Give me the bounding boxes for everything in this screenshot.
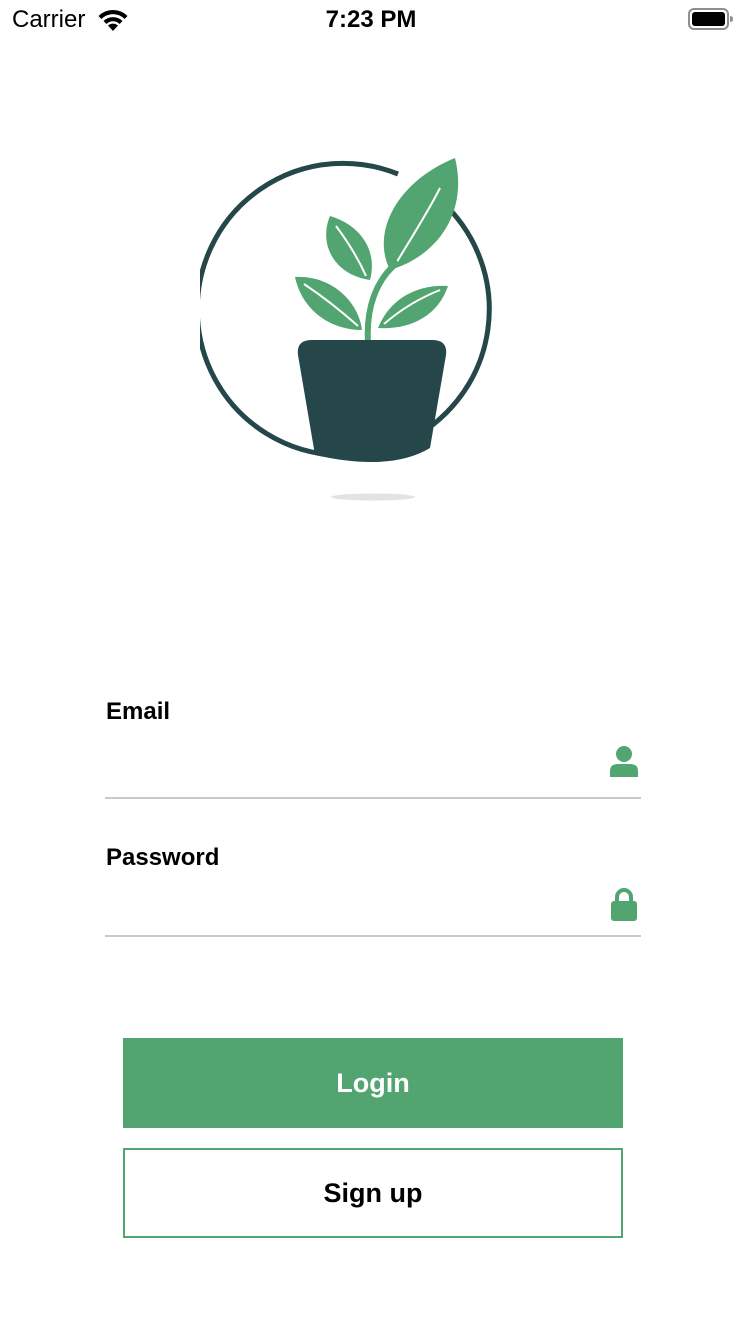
battery-icon (688, 8, 733, 30)
signup-button[interactable]: Sign up (123, 1148, 623, 1238)
lock-icon (611, 888, 637, 921)
status-bar: Carrier 7:23 PM (0, 0, 742, 40)
potted-plant-logo (200, 158, 492, 501)
person-icon (610, 746, 638, 777)
email-underline (105, 797, 641, 799)
login-button[interactable]: Login (123, 1038, 623, 1128)
password-underline (105, 935, 641, 937)
password-field[interactable] (106, 887, 596, 927)
status-time: 7:23 PM (325, 6, 417, 33)
password-label: Password (106, 844, 220, 871)
email-label: Email (106, 698, 171, 725)
email-field[interactable] (106, 745, 596, 785)
